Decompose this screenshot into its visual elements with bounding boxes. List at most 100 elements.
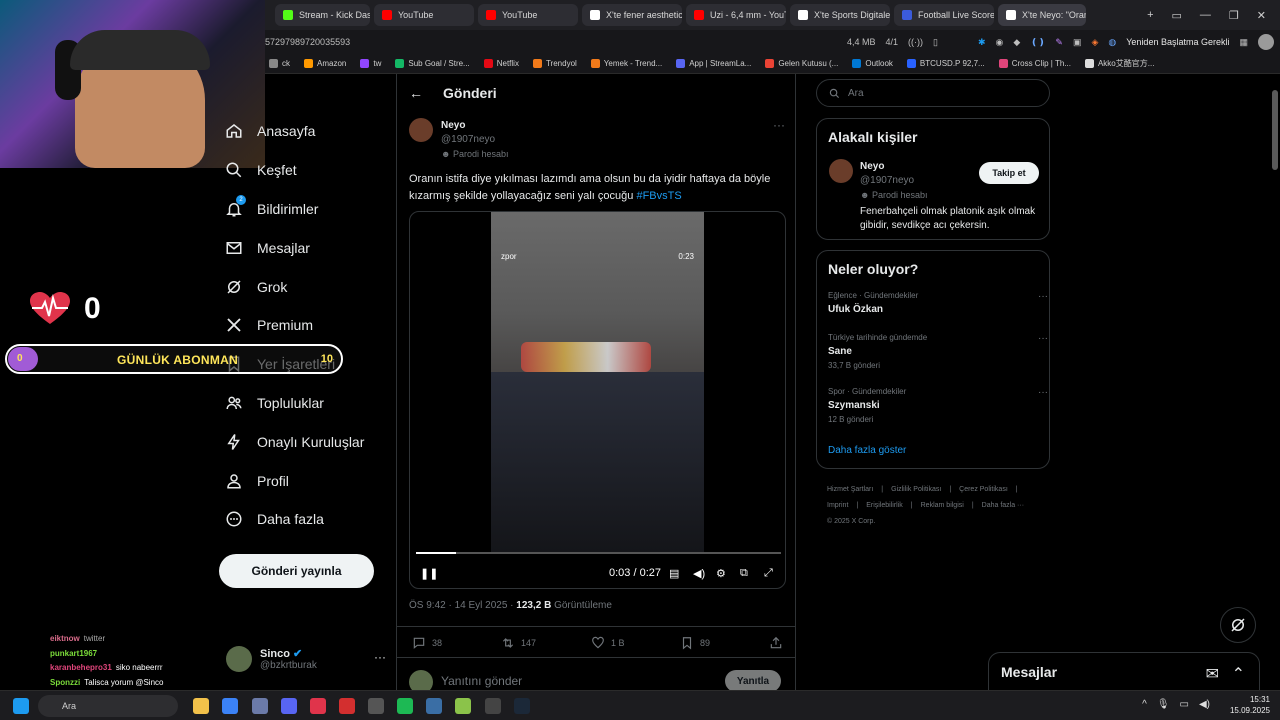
browser-tab[interactable]: YouTube bbox=[374, 4, 474, 26]
app-icon[interactable] bbox=[339, 698, 355, 714]
bookmark-item[interactable]: tw bbox=[360, 59, 381, 68]
new-message-icon[interactable]: ✉ bbox=[1206, 664, 1219, 684]
more-icon[interactable]: ··· bbox=[773, 118, 785, 132]
footer-link[interactable]: Hizmet Şartları bbox=[827, 486, 873, 493]
post-button[interactable]: Gönderi yayınla bbox=[219, 554, 374, 588]
cast-icon[interactable]: ((·)) bbox=[908, 37, 923, 47]
footer-link[interactable]: Reklam bilgisi bbox=[921, 502, 964, 509]
profile-update-icon[interactable]: ◍ bbox=[1108, 37, 1116, 48]
tab-search-icon[interactable]: ▭ bbox=[1172, 9, 1182, 22]
url-text[interactable]: 57297989720035593 bbox=[265, 37, 350, 47]
author-handle[interactable]: @1907neyo bbox=[441, 134, 495, 145]
avatar[interactable] bbox=[409, 118, 433, 142]
vivaldi-icon[interactable] bbox=[310, 698, 326, 714]
github-icon[interactable] bbox=[368, 698, 384, 714]
browser-tab[interactable]: Uzi - 6,4 mm - YouTub bbox=[686, 4, 786, 26]
search-input[interactable]: Ara bbox=[816, 79, 1050, 107]
extension-icon[interactable]: ▣ bbox=[1073, 37, 1082, 48]
sidebar-item-2[interactable]: 2 Bildirimler bbox=[225, 190, 395, 229]
restart-required-button[interactable]: Yeniden Başlatma Gerekli bbox=[1126, 37, 1229, 47]
fullscreen-icon[interactable]: ⤢ bbox=[764, 567, 778, 581]
footer-link[interactable]: Çerez Politikası bbox=[959, 486, 1008, 493]
obs-icon[interactable] bbox=[485, 698, 501, 714]
taskbar-search[interactable]: Ara bbox=[38, 695, 178, 717]
bookmark-item[interactable]: BTCUSD.P 92,7... bbox=[906, 59, 985, 68]
footer-link[interactable]: © 2025 X Corp. bbox=[827, 518, 875, 525]
grok-button[interactable] bbox=[1220, 607, 1256, 643]
pause-icon[interactable]: ❚❚ bbox=[420, 567, 438, 580]
reply-action[interactable]: 38 bbox=[412, 636, 442, 650]
more-icon[interactable]: ··· bbox=[374, 650, 386, 664]
bookmark-star-icon[interactable]: ▯ bbox=[933, 37, 938, 48]
extension-icon[interactable]: ✎ bbox=[1055, 37, 1063, 48]
share-action[interactable] bbox=[769, 636, 783, 650]
volume-icon[interactable]: ◀) bbox=[1199, 699, 1210, 710]
extension-icon[interactable]: ◉ bbox=[996, 37, 1004, 48]
sidebar-item-0[interactable]: Anasayfa bbox=[225, 112, 395, 151]
file-explorer-icon[interactable] bbox=[193, 698, 209, 714]
scrollbar[interactable] bbox=[1272, 90, 1278, 170]
spotify-icon[interactable] bbox=[397, 698, 413, 714]
bookmark-item[interactable]: Sub Goal / Stre... bbox=[395, 59, 470, 68]
browser-tab[interactable]: X'te Neyo: "Oranın isti bbox=[998, 4, 1086, 26]
video-player[interactable]: zpor 0:23 ❚❚ 0:03 / 0:27 ▤ ◀) ⚙ ⧉ ⤢ bbox=[409, 211, 786, 589]
repost-action[interactable]: 147 bbox=[501, 636, 536, 650]
browser-tab[interactable]: X'te fener aesthetics: ' bbox=[582, 4, 682, 26]
bookmark-item[interactable]: Yemek - Trend... bbox=[590, 59, 662, 68]
messages-drawer[interactable]: Mesajlar ✉ ⌃ bbox=[988, 652, 1260, 690]
bookmark-item[interactable]: Akko艾酷官方... bbox=[1084, 58, 1154, 69]
sidebar-item-4[interactable]: Grok bbox=[225, 267, 395, 306]
more-icon[interactable]: ··· bbox=[1038, 291, 1048, 302]
bookmark-item[interactable]: Cross Clip | Th... bbox=[998, 59, 1071, 68]
extension-icon[interactable]: ❪❫ bbox=[1030, 37, 1045, 48]
bookmark-item[interactable]: Outlook bbox=[852, 59, 893, 68]
footer-link[interactable]: Daha fazla ··· bbox=[982, 502, 1024, 509]
like-action[interactable]: 1 B bbox=[591, 636, 625, 650]
footer-link[interactable]: Imprint bbox=[827, 502, 848, 509]
hashtag-link[interactable]: #FBvsTS bbox=[636, 190, 681, 202]
video-progress-bar[interactable] bbox=[416, 552, 781, 554]
sidebar-item-5[interactable]: Premium bbox=[225, 306, 395, 345]
minimize-icon[interactable]: — bbox=[1200, 9, 1211, 21]
network-icon[interactable]: ▭ bbox=[1180, 699, 1189, 710]
discord-icon[interactable] bbox=[281, 698, 297, 714]
browser-tab[interactable]: YouTube bbox=[478, 4, 578, 26]
sidebar-item-9[interactable]: Profil bbox=[225, 461, 395, 500]
sidebar-item-8[interactable]: Onaylı Kuruluşlar bbox=[225, 422, 395, 461]
sidebar-item-1[interactable]: Keşfet bbox=[225, 151, 395, 190]
bookmark-item[interactable]: Netflix bbox=[483, 59, 519, 68]
account-switcher[interactable]: Sinco ✔ @bzkrtburak ··· bbox=[226, 642, 386, 676]
sidebar-toggle-icon[interactable]: ▦ bbox=[1239, 37, 1248, 48]
new-tab-icon[interactable]: + bbox=[1147, 9, 1153, 21]
address-bar[interactable]: 57297989720035593 4,4 MB 4/1 ((·)) ▯ ✱ ◉… bbox=[265, 30, 1280, 54]
avatar[interactable] bbox=[829, 159, 853, 183]
bookmark-action[interactable]: 89 bbox=[680, 636, 710, 650]
app-icon[interactable] bbox=[455, 698, 471, 714]
bookmark-item[interactable]: Trendyol bbox=[532, 59, 577, 68]
restore-icon[interactable]: ❐ bbox=[1229, 9, 1239, 22]
extension-icon[interactable]: ◈ bbox=[1091, 37, 1098, 48]
follow-button[interactable]: Takip et bbox=[979, 162, 1039, 184]
browser-tab[interactable]: Football Live Scores, F bbox=[894, 4, 994, 26]
steam-icon[interactable] bbox=[514, 698, 530, 714]
author-name[interactable]: Neyo bbox=[441, 120, 465, 131]
clock[interactable]: 15:31 15.09.2025 bbox=[1230, 694, 1270, 716]
extension-icon[interactable]: ✱ bbox=[978, 37, 986, 48]
trend-item[interactable]: Spor · Gündemdekiler Szymanski 12 B gönder… bbox=[828, 387, 1048, 424]
reply-input[interactable]: Yanıtını gönder bbox=[441, 674, 522, 688]
volume-icon[interactable]: ◀) bbox=[693, 567, 707, 581]
profile-avatar[interactable] bbox=[1258, 34, 1274, 50]
store-icon[interactable] bbox=[222, 698, 238, 714]
browser-tab[interactable]: X'te Sports Digitale: " bbox=[790, 4, 890, 26]
close-window-icon[interactable]: ✕ bbox=[1257, 9, 1266, 22]
app-icon[interactable] bbox=[426, 698, 442, 714]
related-handle[interactable]: @1907neyo bbox=[860, 175, 914, 186]
bookmark-item[interactable]: Gelen Kutusu (... bbox=[765, 59, 838, 68]
bookmark-item[interactable]: App | StreamLa... bbox=[676, 59, 751, 68]
bookmark-item[interactable]: Amazon bbox=[304, 59, 346, 68]
footer-link[interactable]: Gizlilik Politikası bbox=[891, 486, 941, 493]
sidebar-item-7[interactable]: Topluluklar bbox=[225, 384, 395, 423]
expand-icon[interactable]: ⌃ bbox=[1232, 664, 1245, 684]
footer-link[interactable]: Erişilebilirlik bbox=[866, 502, 903, 509]
show-more-link[interactable]: Daha fazla göster bbox=[828, 445, 906, 456]
